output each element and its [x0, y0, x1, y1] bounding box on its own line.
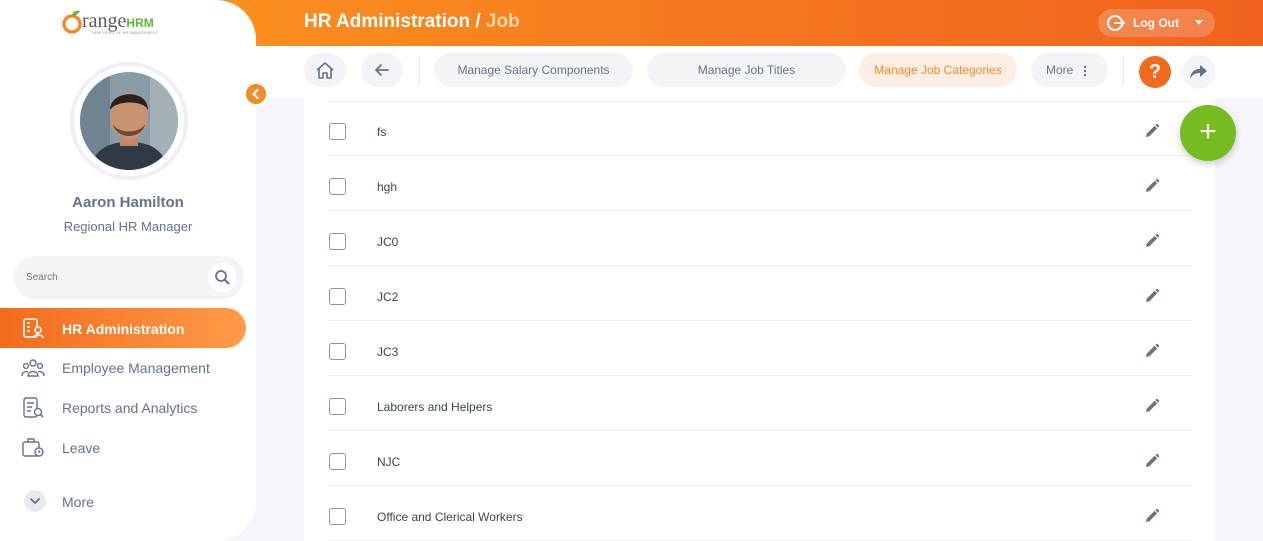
row-checkbox[interactable] [329, 178, 346, 195]
table-row[interactable]: NJC [328, 431, 1192, 486]
hr-admin-icon [23, 318, 44, 339]
page-subtitle: Job [485, 11, 520, 32]
table-row[interactable]: fs [328, 101, 1192, 156]
edit-icon[interactable] [1144, 178, 1160, 194]
page-title: HR Administration / Job [304, 11, 520, 33]
help-button[interactable]: ? [1139, 56, 1171, 88]
table-row[interactable]: Office and Clerical Workers [328, 486, 1192, 541]
table-row[interactable]: JC0 [328, 211, 1192, 266]
edit-icon[interactable] [1144, 233, 1160, 249]
chevron-down-icon [30, 498, 40, 505]
plus-icon: + [1199, 115, 1217, 148]
sidebar-item-label: Employee Management [62, 360, 210, 376]
row-checkbox[interactable] [329, 453, 346, 470]
table-row[interactable]: JC2 [328, 266, 1192, 321]
page-title-main: HR Administration / [304, 11, 481, 32]
tab-more[interactable]: More [1031, 53, 1108, 87]
table-row[interactable]: Laborers and Helpers [328, 376, 1192, 431]
sidebar: rangeHRM NEW LEVEL OF HR MANAGEMENT Aaro… [0, 0, 256, 541]
logo-tagline: NEW LEVEL OF HR MANAGEMENT [92, 30, 159, 35]
job-category-name: JC2 [377, 290, 399, 304]
add-job-category-button[interactable]: + [1180, 105, 1236, 161]
more-toggle[interactable] [24, 490, 46, 512]
job-category-name: NJC [377, 455, 401, 469]
edit-icon[interactable] [1144, 453, 1160, 469]
job-category-name: JC0 [377, 235, 399, 249]
logout-button[interactable]: Log Out [1098, 9, 1215, 37]
edit-icon[interactable] [1144, 398, 1160, 414]
job-category-name: hgh [377, 180, 398, 194]
row-checkbox[interactable] [329, 508, 346, 525]
sidebar-item-leave[interactable]: Leave [0, 428, 246, 468]
edit-icon[interactable] [1144, 343, 1160, 359]
sidebar-item-label: Reports and Analytics [62, 400, 198, 416]
row-checkbox[interactable] [329, 233, 346, 250]
job-category-name: Office and Clerical Workers [377, 510, 523, 524]
toolbar-divider [419, 56, 420, 84]
search-icon [215, 270, 230, 285]
table-row[interactable]: hgh [328, 156, 1192, 211]
avatar[interactable] [80, 72, 178, 170]
job-category-name: JC3 [377, 345, 399, 359]
employees-icon [21, 359, 45, 377]
sidebar-item-employee-management[interactable]: Employee Management [0, 348, 246, 388]
table-row[interactable]: JC3 [328, 321, 1192, 376]
sidebar-item-label: HR Administration [62, 321, 185, 337]
home-icon [316, 62, 334, 79]
sidebar-more-label[interactable]: More [62, 494, 94, 510]
avatar-image [80, 72, 178, 170]
chevron-left-icon [251, 88, 259, 100]
edit-icon[interactable] [1144, 123, 1160, 139]
share-icon [1190, 65, 1207, 79]
tab-manage-salary-components[interactable]: Manage Salary Components [434, 53, 633, 87]
sidebar-collapse-button[interactable] [243, 81, 269, 107]
leave-icon [22, 438, 44, 457]
search-button[interactable] [208, 263, 237, 292]
user-name: Aaron Hamilton [72, 194, 184, 211]
back-button[interactable] [361, 53, 403, 87]
search-input[interactable] [26, 268, 196, 286]
row-checkbox[interactable] [329, 123, 346, 140]
sidebar-search [14, 256, 244, 299]
tab-manage-job-titles[interactable]: Manage Job Titles [647, 53, 846, 87]
edit-icon[interactable] [1144, 508, 1160, 524]
job-category-name: Laborers and Helpers [377, 400, 493, 414]
share-button[interactable] [1182, 55, 1216, 89]
more-vertical-icon [1083, 65, 1087, 77]
row-checkbox[interactable] [329, 398, 346, 415]
user-role: Regional HR Manager [63, 219, 193, 234]
logout-label: Log Out [1133, 16, 1179, 30]
toolbar: Manage Salary Components Manage Job Titl… [256, 46, 1263, 98]
toolbar-divider [1123, 56, 1124, 84]
chevron-down-icon [1195, 20, 1203, 25]
edit-icon[interactable] [1144, 288, 1160, 304]
sidebar-item-reports-and-analytics[interactable]: Reports and Analytics [0, 388, 246, 428]
logo-hrm: HRM [126, 16, 154, 30]
tab-more-label: More [1046, 63, 1074, 77]
logout-icon [1107, 15, 1126, 31]
sidebar-item-hr-administration[interactable]: HR Administration [0, 308, 246, 348]
home-button[interactable] [304, 53, 346, 87]
row-checkbox[interactable] [329, 288, 346, 305]
job-categories-list: fs hgh JC0 JC2 JC3 Laborers and Helpers NJC Off… [304, 98, 1215, 541]
sidebar-item-label: Leave [62, 440, 101, 456]
job-category-name: fs [377, 125, 387, 139]
row-checkbox[interactable] [329, 343, 346, 360]
reports-icon [23, 397, 44, 418]
help-icon: ? [1148, 61, 1162, 83]
arrow-left-icon [374, 64, 389, 76]
tab-manage-job-categories[interactable]: Manage Job Categories [859, 53, 1017, 87]
